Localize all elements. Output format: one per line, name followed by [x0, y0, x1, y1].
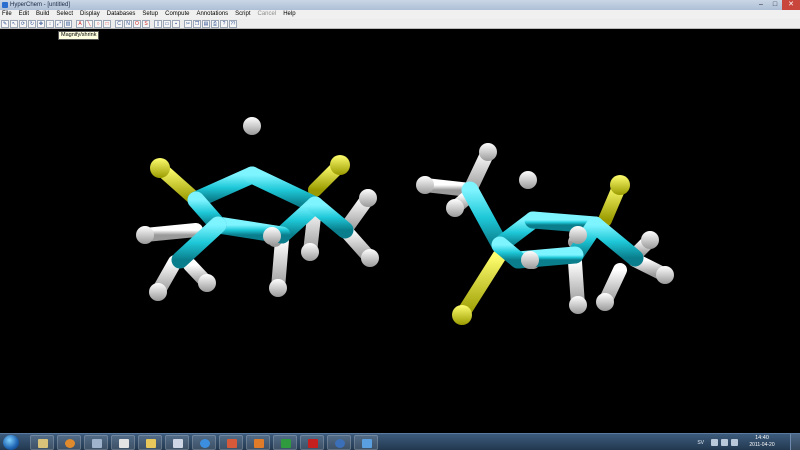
network-icon[interactable] [84, 435, 108, 450]
start-button[interactable] [3, 435, 19, 450]
office-icon[interactable] [246, 435, 270, 450]
menu-bar: File Edit Build Select Display Databases… [0, 10, 800, 19]
translate-z-icon[interactable]: ↕ [46, 19, 54, 28]
folder-icon[interactable] [138, 435, 162, 450]
volume-icon[interactable] [731, 439, 738, 446]
show-desktop-button[interactable] [790, 434, 800, 450]
network-status-icon[interactable] [721, 439, 728, 446]
menu-display[interactable]: Display [80, 10, 100, 19]
element-s-icon[interactable]: S [142, 19, 150, 28]
translate-xy-icon[interactable]: ✥ [37, 19, 45, 28]
zoom-icon[interactable]: ⤢ [55, 19, 63, 28]
molecule-viewport[interactable] [0, 30, 800, 433]
rectangle-icon[interactable]: □ [103, 19, 111, 28]
rotate-xy-icon[interactable]: ⟳ [19, 19, 27, 28]
menu-edit[interactable]: Edit [19, 10, 29, 19]
language-indicator[interactable]: SV [697, 440, 704, 446]
taskbar-pinned [30, 435, 381, 450]
cut-icon[interactable]: ✂ [184, 19, 192, 28]
window-controls: – □ ✕ [754, 0, 800, 10]
context-help-icon[interactable]: ⁇ [229, 19, 237, 28]
arrow-up-icon[interactable] [711, 439, 718, 446]
save-icon[interactable]: ▪ [172, 19, 180, 28]
menu-databases[interactable]: Databases [107, 10, 136, 19]
document-icon[interactable] [111, 435, 135, 450]
circle-icon[interactable]: ○ [94, 19, 102, 28]
menu-file[interactable]: File [2, 10, 12, 19]
clock-date: 2011-04-20 [749, 442, 775, 448]
molecule-canvas [136, 117, 674, 325]
toolbar: ✎ ↖ ⟳ ↻ ✥ ↕ ⤢ ▥ A ╲ ○ □ C N O S ▯ ▭ ▪ ✂ … [0, 19, 800, 29]
print-icon[interactable]: ⎙ [211, 19, 219, 28]
minimize-button[interactable]: – [754, 0, 768, 10]
copy-icon[interactable]: ❐ [193, 19, 201, 28]
clip-icon[interactable]: ▥ [64, 19, 72, 28]
app-icon[interactable] [2, 2, 8, 8]
menu-setup[interactable]: Setup [142, 10, 158, 19]
title-bar: HyperChem - [untitled] – □ ✕ [0, 0, 800, 10]
hyperchem-icon[interactable] [354, 435, 378, 450]
acrobat-icon[interactable] [300, 435, 324, 450]
taskbar: SV 14:40 2011-04-20 [0, 433, 800, 450]
window-title: HyperChem - [untitled] [10, 2, 71, 8]
menu-select[interactable]: Select [56, 10, 73, 19]
menu-help[interactable]: Help [283, 10, 295, 19]
new-icon[interactable]: ▯ [154, 19, 162, 28]
select-icon[interactable]: ↖ [10, 19, 18, 28]
element-o-icon[interactable]: O [133, 19, 141, 28]
paste-icon[interactable]: ▤ [202, 19, 210, 28]
ie-icon[interactable] [192, 435, 216, 450]
explorer-icon[interactable] [30, 435, 54, 450]
draw-icon[interactable]: ✎ [1, 19, 9, 28]
clock[interactable]: 14:40 2011-04-20 [742, 435, 782, 449]
line-icon[interactable]: ╲ [85, 19, 93, 28]
molecule-left [136, 117, 379, 301]
text-editor-icon[interactable] [165, 435, 189, 450]
menu-cancel: Cancel [257, 11, 277, 17]
menu-annotations[interactable]: Annotations [196, 10, 228, 19]
excel-icon[interactable] [273, 435, 297, 450]
element-n-icon[interactable]: N [124, 19, 132, 28]
open-icon[interactable]: ▭ [163, 19, 171, 28]
paint-icon[interactable] [219, 435, 243, 450]
system-tray: SV [697, 435, 738, 450]
annotate-icon[interactable]: A [76, 19, 84, 28]
clock-time: 14:40 [755, 435, 769, 441]
help-icon[interactable]: ? [220, 19, 228, 28]
media-player-icon[interactable] [57, 435, 81, 450]
molecule-right [416, 143, 674, 325]
menu-script[interactable]: Script [235, 10, 250, 19]
menu-build[interactable]: Build [36, 10, 49, 19]
tooltip: Magnify/shrink [58, 31, 100, 40]
close-button[interactable]: ✕ [782, 0, 800, 10]
maximize-button[interactable]: □ [768, 0, 782, 10]
media-center-icon[interactable] [327, 435, 351, 450]
rotate-z-icon[interactable]: ↻ [28, 19, 36, 28]
menu-compute[interactable]: Compute [165, 10, 189, 19]
element-c-icon[interactable]: C [115, 19, 123, 28]
